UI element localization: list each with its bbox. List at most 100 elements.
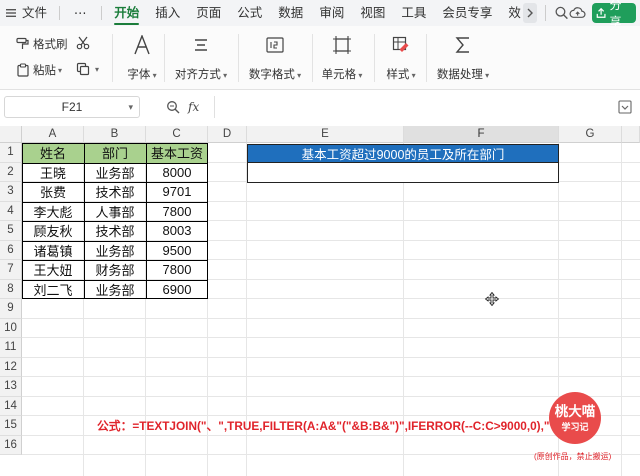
row-header-11[interactable]: 11 — [0, 338, 22, 358]
table-cell[interactable]: 8003 — [146, 221, 208, 241]
table-cell[interactable]: 业务部 — [84, 163, 146, 183]
ribbon-divider — [426, 34, 427, 82]
menu-icon[interactable] — [6, 8, 16, 18]
table-header-cell[interactable]: 基本工资 — [146, 143, 208, 163]
tab-scroll-right-button[interactable] — [522, 3, 537, 23]
menu-more[interactable]: ⋯ — [64, 0, 98, 26]
table-cell[interactable]: 张费 — [22, 182, 84, 202]
tab-page[interactable]: 页面 — [188, 0, 229, 26]
table-border — [22, 162, 208, 164]
tab-tools[interactable]: 工具 — [393, 0, 434, 26]
row-header-3[interactable]: 3 — [0, 182, 22, 202]
ribbon-divider — [238, 34, 239, 82]
tab-data[interactable]: 数据 — [270, 0, 311, 26]
tab-member[interactable]: 会员专享 — [434, 0, 500, 26]
table-cell[interactable]: 7800 — [146, 202, 208, 222]
row-header-7[interactable]: 7 — [0, 260, 22, 280]
table-cell[interactable]: 9500 — [146, 241, 208, 261]
column-header-c[interactable]: C — [146, 126, 208, 143]
row-header-2[interactable]: 2 — [0, 162, 22, 182]
table-cell[interactable]: 6900 — [146, 280, 208, 300]
table-cell[interactable]: 人事部 — [84, 202, 146, 222]
cut-button[interactable] — [76, 36, 93, 50]
select-all-corner[interactable] — [0, 126, 22, 143]
data-processing-button[interactable]: 数据处理 — [432, 34, 494, 82]
column-header-b[interactable]: B — [84, 126, 146, 143]
paste-label: 粘贴 — [33, 65, 56, 77]
column-header-g[interactable]: G — [559, 126, 622, 143]
row-header-15[interactable]: 15 — [0, 416, 22, 436]
result-title-cell[interactable]: 基本工资超过9000的员工及所在部门 — [247, 144, 559, 163]
row-header-10[interactable]: 10 — [0, 318, 22, 338]
row-header-4[interactable]: 4 — [0, 201, 22, 221]
tab-review[interactable]: 审阅 — [311, 0, 352, 26]
chevron-down-icon: ▾ — [58, 65, 63, 75]
column-header-f[interactable]: F — [404, 126, 559, 143]
copy-icon — [76, 62, 90, 76]
number-format-label: 数字格式 — [249, 66, 301, 82]
table-border — [22, 143, 208, 144]
table-cell[interactable]: 顾友秋 — [22, 221, 84, 241]
table-header-cell[interactable]: 部门 — [84, 143, 146, 163]
style-button[interactable]: 样式 — [380, 34, 422, 82]
data-processing-label: 数据处理 — [437, 66, 489, 82]
font-button[interactable]: 字体 — [120, 34, 164, 82]
row-header-13[interactable]: 13 — [0, 377, 22, 397]
row-header-12[interactable]: 12 — [0, 357, 22, 377]
row-header-16[interactable]: 16 — [0, 435, 22, 455]
name-box[interactable]: F21 ▾ — [4, 96, 140, 118]
format-painter-icon — [16, 37, 29, 49]
table-cell[interactable]: 财务部 — [84, 260, 146, 280]
tab-home[interactable]: 开始 — [106, 0, 147, 26]
row-header-9[interactable]: 9 — [0, 299, 22, 319]
table-cell[interactable]: 王晓 — [22, 163, 84, 183]
chevron-down-icon: ▾ — [128, 102, 133, 112]
share-button[interactable]: 分享 — [592, 0, 636, 29]
row-header-6[interactable]: 6 — [0, 240, 22, 260]
cell-button[interactable]: 单元格 — [318, 34, 366, 82]
alignment-label: 对齐方式 — [175, 66, 227, 82]
table-cell[interactable]: 王大妞 — [22, 260, 84, 280]
format-painter-button[interactable]: 格式刷 — [16, 36, 68, 52]
copy-button[interactable]: ▾ — [76, 62, 99, 76]
zoom-icon[interactable] — [166, 100, 180, 114]
table-cell[interactable]: 业务部 — [84, 280, 146, 300]
table-cell[interactable]: 技术部 — [84, 221, 146, 241]
column-header-d[interactable]: D — [208, 126, 247, 143]
number-format-button[interactable]: 数字格式 — [244, 34, 306, 82]
table-border — [22, 279, 208, 281]
table-cell[interactable]: 业务部 — [84, 241, 146, 261]
row-header-14[interactable]: 14 — [0, 396, 22, 416]
row-header-1[interactable]: 1 — [0, 143, 22, 163]
spreadsheet-grid[interactable]: ABCDEFG 1 2 3 4 5 6 7 8 9 10 11 12 13 14 15 16 姓名 部门 基本工资… — [0, 126, 640, 476]
tab-efficiency[interactable]: 效 — [500, 0, 521, 26]
table-cell[interactable]: 9701 — [146, 182, 208, 202]
alignment-button[interactable]: 对齐方式 — [172, 34, 230, 82]
insert-function-button[interactable]: fx — [188, 100, 199, 114]
column-header-a[interactable]: A — [22, 126, 84, 143]
table-cell[interactable]: 技术部 — [84, 182, 146, 202]
font-label: 字体 — [127, 66, 156, 82]
table-cell[interactable]: 刘二飞 — [22, 280, 84, 300]
table-border — [84, 143, 85, 299]
cell-icon — [333, 36, 351, 54]
result-output-cell[interactable] — [247, 163, 559, 183]
table-cell[interactable]: 7800 — [146, 260, 208, 280]
formula-input[interactable] — [214, 96, 612, 118]
table-header-cell[interactable]: 姓名 — [22, 143, 84, 163]
cloud-sync-icon[interactable] — [569, 4, 586, 22]
tab-insert[interactable]: 插入 — [147, 0, 188, 26]
row-gridline — [22, 395, 640, 397]
tab-view[interactable]: 视图 — [352, 0, 393, 26]
row-gridline — [22, 356, 640, 358]
search-icon[interactable] — [554, 4, 570, 22]
tab-formulas[interactable]: 公式 — [229, 0, 270, 26]
expand-formula-icon[interactable] — [618, 100, 632, 114]
table-cell[interactable]: 诸葛镇 — [22, 241, 84, 261]
row-header-5[interactable]: 5 — [0, 221, 22, 241]
table-cell[interactable]: 8000 — [146, 163, 208, 183]
column-header-e[interactable]: E — [247, 126, 404, 143]
row-header-8[interactable]: 8 — [0, 279, 22, 299]
paste-button[interactable]: 粘贴 ▾ — [16, 62, 62, 78]
table-cell[interactable]: 李大彪 — [22, 202, 84, 222]
